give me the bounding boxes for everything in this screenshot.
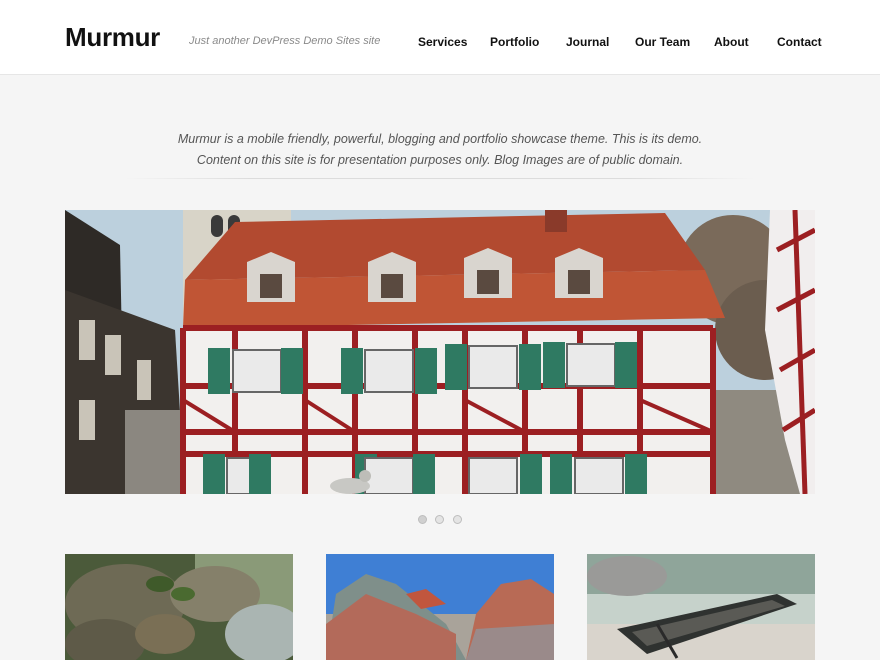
- nav-item-about[interactable]: About: [714, 35, 749, 49]
- main-nav: Services Portfolio Journal Our Team Abou…: [0, 35, 880, 55]
- portfolio-thumbnail-1[interactable]: [65, 554, 293, 660]
- nav-item-our-team[interactable]: Our Team: [635, 35, 690, 49]
- slider-pagination: [0, 515, 880, 525]
- nav-item-portfolio[interactable]: Portfolio: [490, 35, 539, 49]
- nav-item-contact[interactable]: Contact: [777, 35, 822, 49]
- slider-dot-2[interactable]: [435, 515, 444, 524]
- portfolio-thumbnail-3[interactable]: [587, 554, 815, 660]
- hero-slider[interactable]: [65, 210, 815, 494]
- intro-divider: [125, 178, 755, 179]
- nav-item-services[interactable]: Services: [418, 35, 467, 49]
- slider-dot-1[interactable]: [418, 515, 427, 524]
- portfolio-thumbnail-2[interactable]: [326, 554, 554, 660]
- frogs-on-rocks-photo: [65, 554, 293, 660]
- rowboat-on-shore-photo: [587, 554, 815, 660]
- painted-desert-hills-photo: [326, 554, 554, 660]
- nav-item-journal[interactable]: Journal: [566, 35, 609, 49]
- half-timbered-house-photo: [65, 210, 815, 494]
- site-header: Murmur Just another DevPress Demo Sites …: [0, 0, 880, 75]
- slider-dot-3[interactable]: [453, 515, 462, 524]
- intro-text: Murmur is a mobile friendly, powerful, b…: [177, 131, 703, 167]
